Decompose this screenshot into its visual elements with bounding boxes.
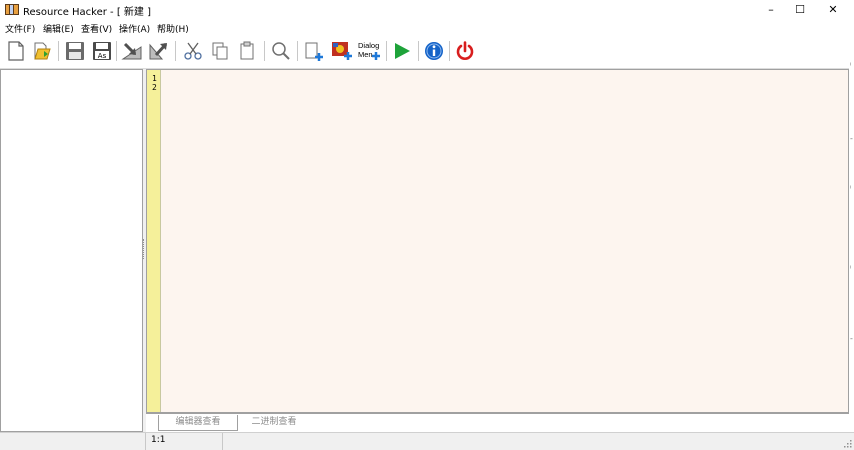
paste-button[interactable] <box>234 38 260 64</box>
new-file-button[interactable] <box>3 38 29 64</box>
exit-button[interactable] <box>452 38 478 64</box>
resize-grip-icon[interactable] <box>844 440 852 448</box>
window-title: Resource Hacker - [ 新建 ] <box>23 7 152 18</box>
cursor-position: 1:1 <box>151 435 166 445</box>
line-number: 2 <box>152 83 157 92</box>
resource-tree-panel[interactable] <box>0 69 143 432</box>
save-as-icon: As <box>93 42 111 60</box>
info-icon <box>425 42 443 60</box>
edge-tick: ⁱ <box>850 264 852 273</box>
menu-view[interactable]: 查看(V) <box>81 22 112 35</box>
menu-edit[interactable]: 编辑(E) <box>43 22 74 35</box>
search-button[interactable] <box>268 38 294 64</box>
save-as-button[interactable]: As <box>89 38 115 64</box>
script-editor[interactable]: 1 2 <box>146 69 849 413</box>
add-blank-resource-button[interactable] <box>301 38 327 64</box>
toolbar-separator <box>449 41 450 61</box>
title-bar: Resource Hacker - [ 新建 ] – ☐ ✕ <box>0 0 854 20</box>
info-button[interactable] <box>421 38 447 64</box>
paste-icon <box>240 41 254 60</box>
open-folder-icon <box>34 42 51 60</box>
menu-help[interactable]: 帮助(H) <box>157 22 189 35</box>
compile-run-icon <box>395 43 410 59</box>
toolbar-separator <box>116 41 117 61</box>
edge-tick: ⁱ <box>850 61 852 70</box>
svg-text:Men: Men <box>358 50 373 59</box>
toolbar-separator <box>264 41 265 61</box>
toolbar-separator <box>175 41 176 61</box>
copy-icon <box>212 42 228 60</box>
menu-file[interactable]: 文件(F) <box>5 22 35 35</box>
new-file-icon <box>8 41 24 61</box>
right-edge-strip <box>849 36 854 432</box>
maximize-button[interactable]: ☐ <box>783 0 817 20</box>
line-number-gutter: 1 2 <box>147 70 161 412</box>
menu-action[interactable]: 操作(A) <box>119 22 150 35</box>
tab-binary-view[interactable]: 二进制查看 <box>242 415 306 430</box>
toolbar-separator <box>297 41 298 61</box>
exit-power-icon <box>456 41 474 60</box>
cut-button[interactable] <box>180 38 206 64</box>
menu-bar: 文件(F) 编辑(E) 查看(V) 操作(A) 帮助(H) <box>0 20 854 36</box>
compile-run-button[interactable] <box>389 38 415 64</box>
line-number: 1 <box>152 74 157 83</box>
svg-text:Dialog: Dialog <box>358 41 379 50</box>
toolbar-separator <box>386 41 387 61</box>
open-button[interactable] <box>29 38 55 64</box>
import-button[interactable] <box>119 38 145 64</box>
toolbar-separator <box>418 41 419 61</box>
add-image-resource-icon <box>332 42 352 60</box>
tab-editor-view[interactable]: 编辑器查看 <box>158 415 238 431</box>
edge-tick: - <box>850 134 853 143</box>
view-tabs-bar: 编辑器查看 二进制查看 <box>146 413 849 433</box>
save-button[interactable] <box>62 38 88 64</box>
copy-button[interactable] <box>207 38 233 64</box>
search-icon <box>272 42 290 60</box>
resource-hacker-app-icon <box>5 4 19 15</box>
edge-tick: - <box>850 334 853 343</box>
export-resource-icon <box>149 42 168 60</box>
close-button[interactable]: ✕ <box>816 0 850 20</box>
svg-text:As: As <box>98 52 107 60</box>
dialog-menu-icon: Dialog Men <box>358 41 380 60</box>
status-cell-left <box>0 433 146 450</box>
dialog-menu-button[interactable]: Dialog Men <box>356 38 382 64</box>
add-image-resource-button[interactable] <box>329 38 355 64</box>
add-blank-resource-icon <box>305 42 323 61</box>
toolbar-separator <box>58 41 59 61</box>
editor-margin <box>161 70 164 412</box>
import-resource-icon <box>121 42 142 60</box>
export-button[interactable] <box>146 38 172 64</box>
cut-icon <box>184 42 202 60</box>
toolbar: As Dialog Men <box>0 36 854 69</box>
edge-tick: ⁱ <box>850 184 852 193</box>
save-icon <box>66 42 84 60</box>
status-bar: 1:1 <box>0 432 854 450</box>
